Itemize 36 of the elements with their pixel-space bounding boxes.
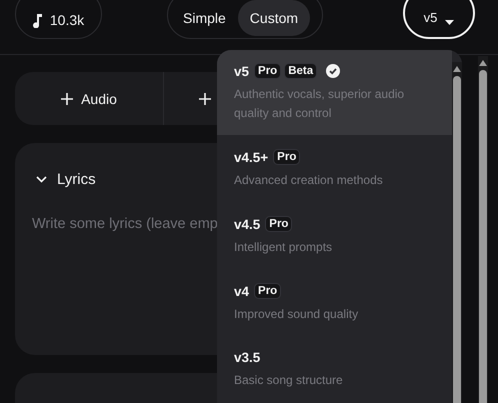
music-note-icon bbox=[32, 14, 42, 28]
version-badge: Pro bbox=[265, 216, 292, 232]
version-description: Basic song structure bbox=[234, 372, 344, 389]
version-badge: Pro bbox=[254, 63, 282, 79]
check-circle-icon bbox=[326, 64, 340, 78]
credits-count: 10.3k bbox=[50, 12, 84, 28]
version-option[interactable]: v5 Pro Beta Authentic vocals, superior audio quality and control bbox=[217, 50, 452, 135]
chevron-icon bbox=[36, 176, 47, 183]
caret-icon bbox=[445, 20, 454, 25]
version-option[interactable]: v4.5+ Pro Advanced creation methods bbox=[217, 135, 452, 202]
add-button[interactable]: Audio bbox=[15, 72, 163, 125]
scroll-up-icon[interactable] bbox=[479, 60, 487, 66]
version-description: Improved sound quality bbox=[234, 306, 360, 323]
version-dropdown-button[interactable]: v5 bbox=[403, 0, 475, 39]
version-name: v3.5 bbox=[234, 350, 260, 365]
plus-icon bbox=[199, 92, 211, 104]
version-option[interactable]: v3.5 Basic song structure bbox=[217, 336, 452, 402]
version-name: v4.5 bbox=[234, 216, 260, 232]
mode-tab[interactable]: Simple bbox=[171, 0, 238, 36]
version-description: Authentic vocals, superior audio quality and control bbox=[234, 86, 406, 122]
version-option[interactable]: v4 Pro Improved sound quality bbox=[217, 269, 452, 336]
version-name: v5 bbox=[234, 64, 250, 78]
version-badge: Pro bbox=[273, 149, 300, 165]
version-badge: Pro bbox=[254, 283, 282, 299]
version-badge: Beta bbox=[284, 63, 318, 79]
version-name: v4.5+ bbox=[234, 150, 268, 164]
menu-scrollbar[interactable] bbox=[452, 62, 462, 403]
page-scrollbar[interactable] bbox=[478, 56, 488, 403]
mode-tab[interactable]: Custom bbox=[238, 0, 310, 36]
plus-icon bbox=[61, 92, 74, 104]
lyrics-toggle[interactable]: Lyrics bbox=[32, 171, 96, 188]
version-name: v4 bbox=[234, 284, 250, 298]
credits-pill[interactable]: 10.3k bbox=[15, 0, 102, 39]
version-description: Intelligent prompts bbox=[234, 239, 334, 256]
version-description: Advanced creation methods bbox=[234, 172, 384, 189]
version-option[interactable]: v4.5 Pro Intelligent prompts bbox=[217, 202, 452, 269]
